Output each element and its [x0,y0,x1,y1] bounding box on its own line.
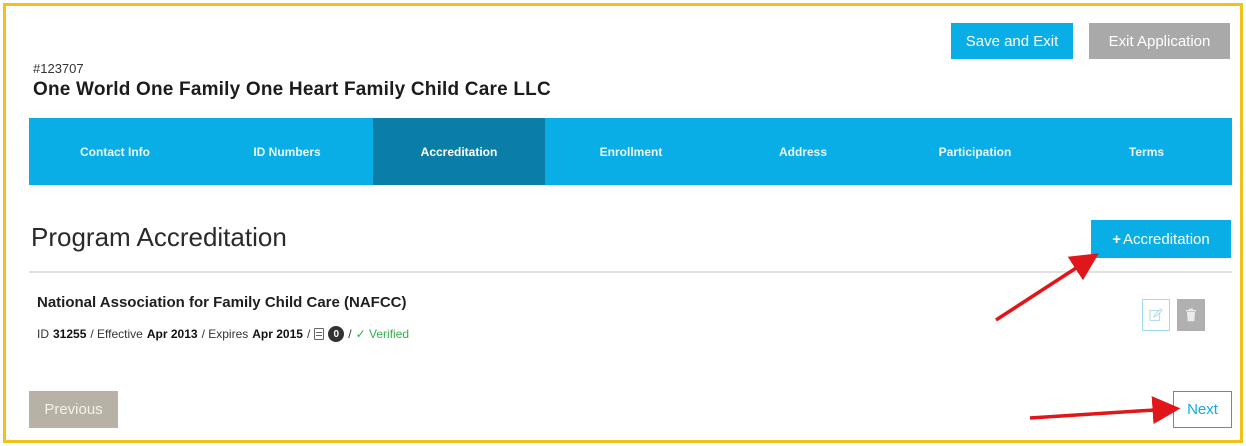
tab-terms[interactable]: Terms [1061,118,1232,185]
save-and-exit-button[interactable]: Save and Exit [951,23,1073,59]
next-button[interactable]: Next [1173,391,1232,428]
plus-icon: + [1112,230,1122,248]
accreditation-name: National Association for Family Child Ca… [37,294,407,311]
id-label: ID [37,327,49,341]
tab-enrollment[interactable]: Enrollment [545,118,717,185]
effective-label: / Effective [90,327,143,341]
delete-accreditation-button[interactable] [1177,299,1205,331]
tab-accreditation[interactable]: Accreditation [373,118,545,185]
tab-contact-info[interactable]: Contact Info [29,118,201,185]
expires-label: / Expires [201,327,249,341]
effective-date: Apr 2013 [146,327,198,341]
tab-address[interactable]: Address [717,118,889,185]
id-value: 31255 [53,327,87,341]
separator: / [306,327,311,341]
edit-accreditation-button[interactable] [1142,299,1170,331]
accreditation-details: ID 31255 / Effective Apr 2013 / Expires … [37,326,409,342]
tab-id-numbers[interactable]: ID Numbers [201,118,373,185]
wizard-tabs: Contact Info ID Numbers Accreditation En… [29,118,1232,185]
previous-button[interactable]: Previous [29,391,118,428]
tab-participation[interactable]: Participation [889,118,1061,185]
expires-date: Apr 2015 [252,327,303,341]
section-divider [29,271,1232,273]
add-accreditation-label: Accreditation [1123,230,1210,248]
add-accreditation-button[interactable]: + Accreditation [1091,220,1231,258]
application-id: #123707 [33,61,84,76]
document-icon[interactable] [314,328,325,340]
page-title: Program Accreditation [31,222,287,252]
edit-icon [1149,308,1163,322]
exit-application-button[interactable]: Exit Application [1089,23,1230,59]
separator: / [348,327,352,341]
verified-status: ✓ Verified [355,327,410,341]
organization-name: One World One Family One Heart Family Ch… [33,79,551,100]
document-count-badge: 0 [328,326,345,342]
trash-icon [1186,308,1196,322]
